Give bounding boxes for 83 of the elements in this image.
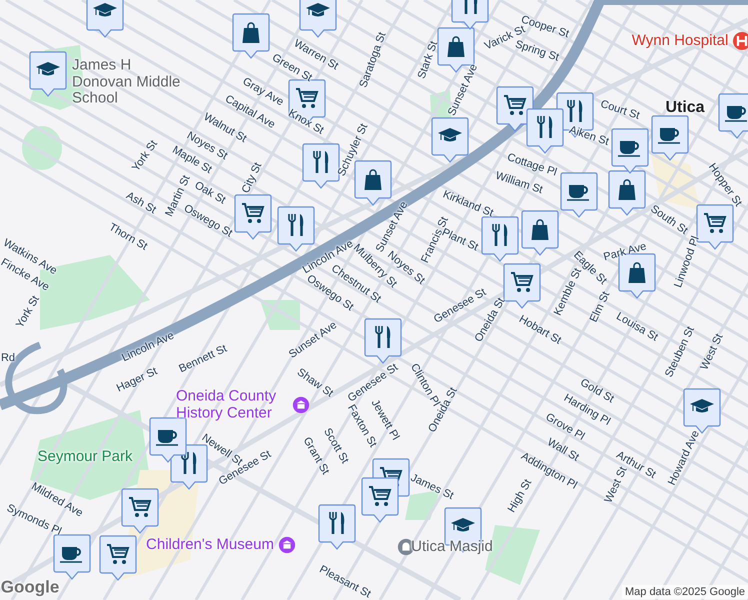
graduation-cap-icon — [451, 518, 475, 532]
restaurant-marker[interactable] — [364, 318, 402, 364]
street-label: Aiken St — [568, 124, 610, 148]
graduation-cap-icon — [438, 128, 462, 142]
coffee-cup-icon — [156, 430, 178, 446]
restaurant-marker[interactable] — [277, 206, 315, 252]
street-label: Court St — [598, 98, 642, 122]
restaurant-marker[interactable] — [526, 108, 564, 154]
cafe-marker[interactable] — [53, 534, 91, 580]
grocery-marker[interactable] — [361, 477, 399, 523]
shopping-bag-icon — [628, 262, 646, 283]
restaurant-marker[interactable] — [318, 504, 356, 550]
street-label: Hager St — [114, 365, 160, 395]
school-marker[interactable] — [431, 117, 469, 163]
coffee-cup-icon — [567, 185, 589, 201]
shop-marker[interactable] — [232, 13, 270, 59]
shopping-cart-icon — [107, 544, 130, 564]
school-marker[interactable] — [299, 0, 337, 38]
fork-knife-icon — [492, 223, 508, 246]
city-label: Utica — [665, 99, 705, 117]
grocery-marker[interactable] — [99, 535, 137, 581]
fork-knife-icon — [329, 511, 344, 534]
school-marker[interactable] — [86, 0, 124, 38]
map-data-credit: Map data ©2025 Google — [622, 584, 748, 600]
google-logo: Google — [0, 578, 60, 598]
street-label: Spring St — [514, 38, 560, 64]
fork-knife-icon — [537, 115, 552, 138]
cafe-marker[interactable] — [560, 172, 598, 218]
cafe-marker[interactable] — [651, 115, 689, 161]
graduation-cap-icon — [306, 3, 330, 16]
fork-knife-icon — [375, 325, 390, 348]
shopping-cart-icon — [296, 88, 318, 108]
park-label: Seymour Park — [37, 448, 133, 466]
place-label: James H Donovan Middle School — [72, 57, 182, 107]
street-label: Rd — [0, 352, 16, 364]
fork-knife-icon — [567, 99, 582, 122]
coffee-cup-icon — [658, 128, 680, 144]
street-label: Wall St — [545, 436, 581, 464]
shopping-cart-icon — [704, 213, 726, 233]
museum-icon — [278, 536, 296, 554]
graduation-cap-icon — [93, 3, 117, 16]
shopping-cart-icon — [242, 203, 264, 223]
coffee-cup-icon — [60, 547, 82, 563]
shopping-cart-icon — [369, 486, 392, 506]
street-label: Ash St — [124, 190, 158, 216]
restaurant-marker[interactable] — [481, 216, 519, 262]
street-label: West St — [698, 332, 726, 372]
museum-label: Children's Museum — [146, 536, 274, 554]
museum-icon — [292, 396, 310, 414]
street-label: York St — [14, 294, 42, 330]
shopping-cart-icon — [511, 272, 534, 292]
shopping-bag-icon — [618, 179, 636, 200]
park-area — [260, 300, 300, 330]
shopping-bag-icon — [364, 169, 382, 190]
shopping-bag-icon — [532, 219, 548, 240]
grocery-marker[interactable] — [121, 488, 159, 534]
fork-knife-icon — [313, 150, 328, 173]
street-label: York St — [130, 138, 160, 174]
street-label: Park Ave — [602, 240, 648, 264]
shopping-bag-icon — [242, 22, 260, 43]
street-label: Stark St — [416, 40, 440, 80]
coffee-cup-icon — [725, 106, 747, 122]
shopping-cart-icon — [129, 497, 152, 517]
street-label: Oak St — [192, 179, 228, 207]
shopping-bag-icon — [448, 36, 464, 57]
fork-knife-icon — [181, 451, 196, 474]
grocery-marker[interactable] — [234, 194, 272, 240]
grocery-marker[interactable] — [503, 263, 541, 309]
shop-marker[interactable] — [608, 170, 646, 216]
cafe-marker[interactable] — [718, 93, 748, 139]
coffee-cup-icon — [618, 141, 640, 157]
fork-knife-icon — [462, 0, 478, 14]
street-label: City St — [240, 160, 264, 196]
street-label: Elm St — [588, 290, 612, 324]
shopping-cart-icon — [504, 95, 526, 115]
graduation-cap-icon — [690, 399, 714, 412]
cafe-marker[interactable] — [611, 128, 649, 174]
shop-marker[interactable] — [521, 210, 559, 256]
sports-field — [22, 126, 62, 170]
fork-knife-icon — [288, 213, 304, 236]
museum-label: Oneida County History Center — [176, 388, 278, 422]
hospital-label: Wynn Hospital — [632, 32, 728, 50]
graduation-cap-icon — [36, 62, 60, 76]
